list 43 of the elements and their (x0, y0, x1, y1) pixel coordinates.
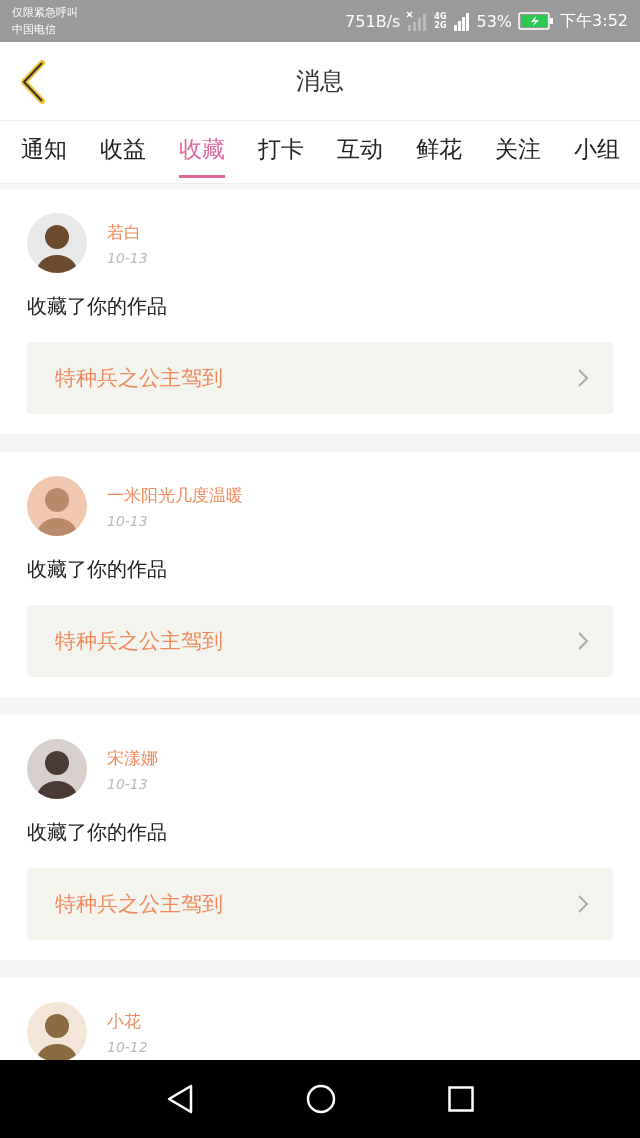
work-link[interactable]: 特种兵之公主驾到 (27, 342, 613, 414)
tab[interactable]: 收藏 (178, 126, 225, 178)
message-date: 10-13 (107, 512, 149, 529)
signal-icon (452, 11, 471, 31)
message-date: 10-13 (107, 249, 148, 266)
battery-percent: 53% (476, 11, 513, 31)
carrier-name: 中国电信 (12, 22, 57, 38)
tab[interactable]: 通知 (20, 126, 67, 178)
no-signal-icon (406, 11, 429, 31)
battery-icon (518, 12, 555, 30)
user-name[interactable]: 小花 (107, 1009, 148, 1033)
tab[interactable]: 收益 (99, 126, 146, 178)
user-name[interactable]: 宋漾娜 (107, 746, 158, 770)
back-nav-button[interactable] (166, 1084, 194, 1114)
message-date: 10-12 (107, 1038, 148, 1055)
clock: 下午3:52 (560, 10, 628, 32)
tab[interactable]: 鲜花 (415, 126, 462, 178)
network-type: 4G (434, 12, 447, 21)
page-title: 消息 (296, 66, 344, 97)
chevron-right-icon (577, 631, 589, 651)
work-title: 特种兵之公主驾到 (55, 365, 223, 392)
work-link[interactable]: 特种兵之公主驾到 (27, 868, 613, 940)
tab[interactable]: 打卡 (257, 126, 304, 178)
chevron-right-icon (577, 894, 589, 914)
tab[interactable]: 互动 (336, 126, 383, 178)
message-text: 收藏了你的作品 (27, 819, 168, 846)
tab[interactable]: 关注 (494, 126, 541, 178)
tab[interactable]: 小组 (573, 126, 620, 178)
recents-nav-button[interactable] (448, 1086, 474, 1112)
message-text: 收藏了你的作品 (27, 556, 168, 583)
network-speed: 751B/s (345, 11, 401, 31)
network-type: 2G (434, 21, 447, 30)
message-date: 10-13 (107, 775, 149, 792)
user-name[interactable]: 一米阳光几度温暖 (107, 483, 243, 507)
user-name[interactable]: 若白 (107, 220, 148, 244)
back-button[interactable] (18, 60, 48, 104)
work-link[interactable]: 特种兵之公主驾到 (27, 605, 613, 677)
chevron-right-icon (577, 368, 589, 388)
work-title: 特种兵之公主驾到 (55, 628, 223, 655)
work-title: 特种兵之公主驾到 (55, 891, 223, 918)
message-text: 收藏了你的作品 (27, 293, 168, 320)
emergency-text: 仅限紧急呼叫 (12, 5, 78, 21)
home-nav-button[interactable] (306, 1084, 336, 1114)
